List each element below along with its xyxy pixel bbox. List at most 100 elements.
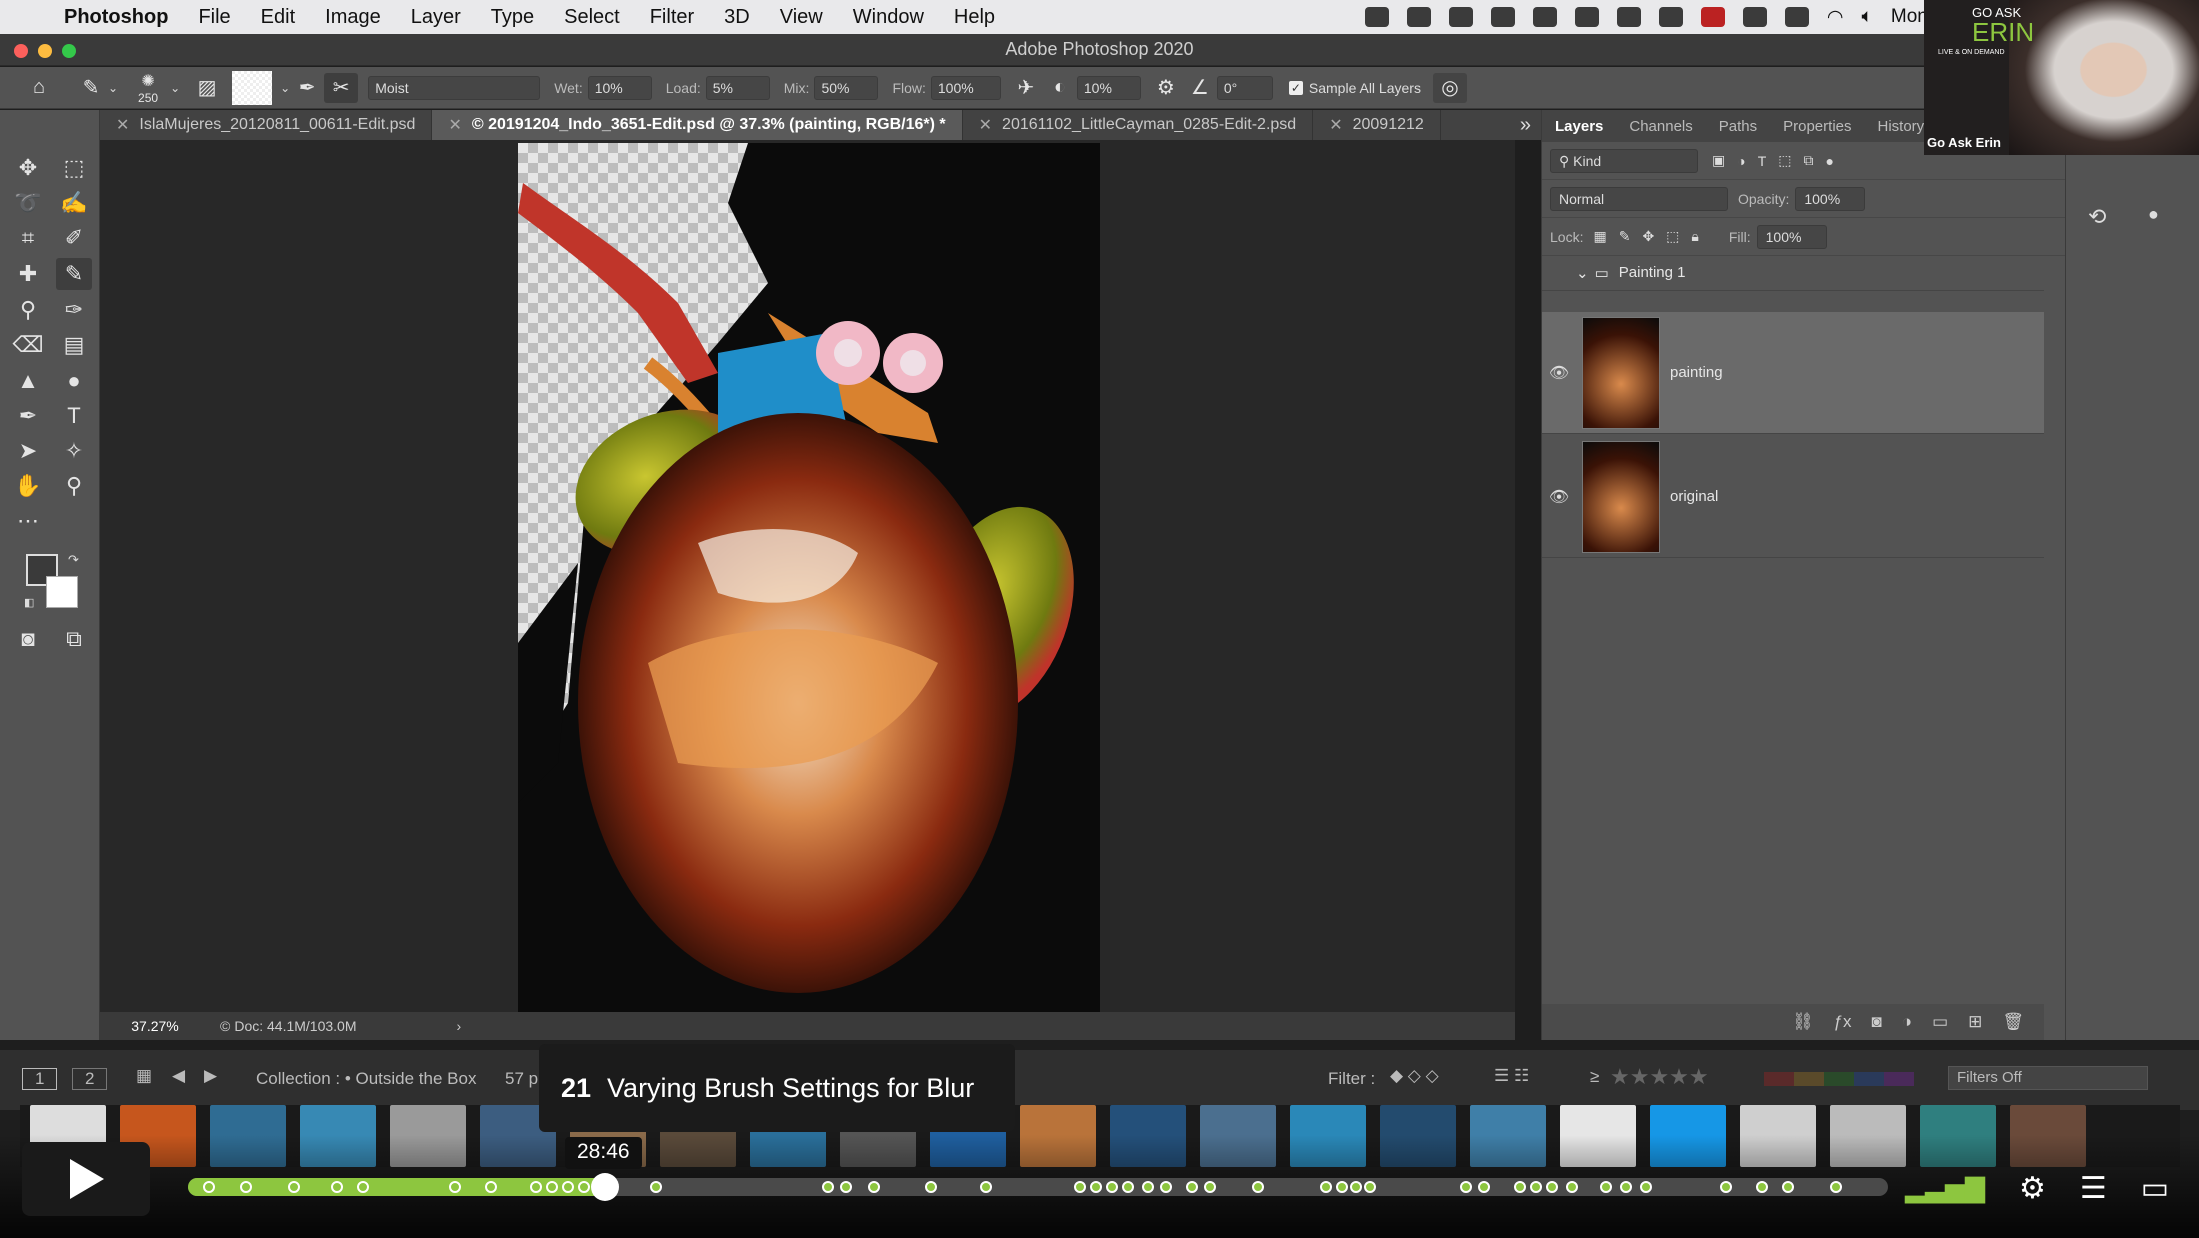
lock-all-icon[interactable]: 🔒︎ xyxy=(1691,228,1698,245)
chapter-marker[interactable] xyxy=(1546,1181,1558,1193)
flow-field[interactable]: 100% xyxy=(930,75,1001,100)
zoom-window-icon[interactable] xyxy=(62,44,76,58)
load-field[interactable]: 5% xyxy=(705,75,770,100)
airplay-icon[interactable]: ▭ xyxy=(2141,1171,2169,1206)
menu-filter[interactable]: Filter xyxy=(650,6,694,29)
chapter-marker[interactable] xyxy=(1320,1181,1332,1193)
close-tab-icon[interactable]: ✕ xyxy=(448,115,461,135)
type-tool-icon[interactable]: T xyxy=(56,400,92,432)
menu-select[interactable]: Select xyxy=(564,6,620,29)
settings-gear-icon[interactable]: ⚙ xyxy=(2019,1171,2046,1206)
chapter-marker[interactable] xyxy=(1782,1181,1794,1193)
pressure-icon[interactable]: ◎ xyxy=(1432,72,1467,103)
blend-preset-select[interactable]: Moist xyxy=(368,75,541,100)
shape-tool-icon[interactable]: ✧ xyxy=(56,435,92,467)
tab-properties[interactable]: Properties xyxy=(1770,118,1864,135)
chapter-marker[interactable] xyxy=(1830,1181,1842,1193)
chapter-marker[interactable] xyxy=(485,1181,497,1193)
clean-brush-icon[interactable]: ✂ xyxy=(324,72,359,103)
sort-icon[interactable]: ☰ ☷ xyxy=(1494,1066,1529,1086)
back-arrow-icon[interactable]: ◀ xyxy=(172,1066,185,1086)
arrow-icon[interactable] xyxy=(1658,7,1683,27)
background-color[interactable] xyxy=(46,576,78,608)
kind-filter-select[interactable]: ⚲ Kind xyxy=(1550,148,1698,173)
chapter-marker[interactable] xyxy=(288,1181,300,1193)
new-group-icon[interactable]: ▭ xyxy=(1932,1012,1948,1032)
tab-little-cayman[interactable]: ✕ 20161102_LittleCayman_0285-Edit-2.psd xyxy=(963,110,1314,140)
marquee-tool-icon[interactable]: ⬚ xyxy=(56,152,92,184)
tab-layers[interactable]: Layers xyxy=(1542,118,1616,135)
chapter-marker[interactable] xyxy=(1514,1181,1526,1193)
brush-tool-icon[interactable]: ✎ xyxy=(56,258,92,290)
chapter-marker[interactable] xyxy=(1142,1181,1154,1193)
brush-chevron-icon[interactable]: ⌄ xyxy=(170,81,180,95)
chapter-marker[interactable] xyxy=(1364,1181,1376,1193)
m-icon[interactable] xyxy=(1490,7,1515,27)
angle-field[interactable]: 0° xyxy=(1216,75,1273,100)
chapter-marker[interactable] xyxy=(1106,1181,1118,1193)
path-select-tool-icon[interactable]: ➤ xyxy=(10,435,46,467)
creative-cloud-icon[interactable] xyxy=(1406,7,1431,27)
view-2-button[interactable]: 2 xyxy=(72,1068,108,1090)
chapter-marker[interactable] xyxy=(546,1181,558,1193)
quick-select-tool-icon[interactable]: ✍ xyxy=(56,187,92,219)
close-window-icon[interactable] xyxy=(14,44,28,58)
eyedropper-tool-icon[interactable]: ✐ xyxy=(56,222,92,254)
eye-icon[interactable]: 👁︎ xyxy=(1542,363,1576,383)
lock-transparent-icon[interactable]: ▦ xyxy=(1593,228,1606,245)
home-icon[interactable]: ⌂ xyxy=(22,73,56,103)
zoom-level[interactable]: 37.27% xyxy=(100,1018,210,1034)
doc-size[interactable]: Doc: 44.1M/103.0M xyxy=(234,1018,356,1034)
new-layer-icon[interactable]: ⊞ xyxy=(1968,1012,1982,1032)
document-canvas[interactable] xyxy=(518,143,1100,1013)
chapters-list-icon[interactable]: ☰ xyxy=(2080,1171,2107,1206)
menu-file[interactable]: File xyxy=(198,6,230,29)
chapter-marker[interactable] xyxy=(578,1181,590,1193)
chapter-marker[interactable] xyxy=(1350,1181,1362,1193)
layer-painting[interactable]: 👁︎ painting xyxy=(1542,312,2044,434)
chapter-marker[interactable] xyxy=(1640,1181,1652,1193)
layer-original[interactable]: 👁︎ original xyxy=(1542,436,2044,558)
wet-field[interactable]: 10% xyxy=(587,75,652,100)
smoothing-field[interactable]: 10% xyxy=(1076,75,1141,100)
smoothing-icon[interactable]: ◐ xyxy=(1043,73,1077,103)
sample-all-checkbox[interactable]: ✓ xyxy=(1288,80,1303,95)
fill-field[interactable]: 100% xyxy=(1756,224,1827,249)
gear-icon[interactable]: ⚙ xyxy=(1149,73,1183,103)
shape-filter-icon[interactable]: ⬚ xyxy=(1778,152,1791,169)
brush-preset-picker[interactable]: ✺ 250 xyxy=(126,73,170,105)
chapter-marker[interactable] xyxy=(868,1181,880,1193)
tab-paths[interactable]: Paths xyxy=(1706,118,1770,135)
filters-select[interactable]: Filters Off xyxy=(1948,1066,2148,1090)
lasso-tool-icon[interactable]: ➰ xyxy=(10,187,46,219)
chapter-marker[interactable] xyxy=(449,1181,461,1193)
close-tab-icon[interactable]: ✕ xyxy=(116,115,129,135)
menu-help[interactable]: Help xyxy=(954,6,995,29)
progress-knob[interactable] xyxy=(591,1173,619,1201)
menu-3d[interactable]: 3D xyxy=(724,6,750,29)
menu-layer[interactable]: Layer xyxy=(411,6,461,29)
pixel-filter-icon[interactable]: ▣ xyxy=(1712,152,1725,169)
chapter-marker[interactable] xyxy=(1336,1181,1348,1193)
swap-colors-icon[interactable]: ↷ xyxy=(68,552,79,568)
tab-20091212[interactable]: ✕ 20091212 xyxy=(1313,110,1441,140)
chapter-marker[interactable] xyxy=(1186,1181,1198,1193)
play-button[interactable] xyxy=(22,1142,150,1216)
chapter-marker[interactable] xyxy=(1720,1181,1732,1193)
wifi-icon[interactable]: ◠ xyxy=(1827,6,1844,29)
stamp-tool-icon[interactable]: ⚲ xyxy=(10,294,46,326)
mixer-brush-tool-icon[interactable]: ✎ xyxy=(74,73,108,103)
volume-icon[interactable]: 🔈︎ xyxy=(1862,6,1873,28)
minimize-window-icon[interactable] xyxy=(38,44,52,58)
opacity-field[interactable]: 100% xyxy=(1795,186,1866,211)
bluetooth-icon[interactable] xyxy=(1532,7,1557,27)
adjustment-filter-icon[interactable]: ◑ xyxy=(1737,153,1745,169)
chapter-marker[interactable] xyxy=(1122,1181,1134,1193)
filter-toggle-icon[interactable]: ● xyxy=(1826,153,1834,169)
view-1-button[interactable]: 1 xyxy=(22,1068,58,1090)
crop-tool-icon[interactable]: ⌗ xyxy=(10,222,46,254)
tab-indo-active[interactable]: ✕ © 20191204_Indo_3651-Edit.psd @ 37.3% (… xyxy=(432,110,963,140)
smart-object-filter-icon[interactable]: ⧉ xyxy=(1804,152,1814,169)
close-tab-icon[interactable]: ✕ xyxy=(1329,115,1342,135)
blur-tool-icon[interactable]: ▲ xyxy=(10,365,46,397)
